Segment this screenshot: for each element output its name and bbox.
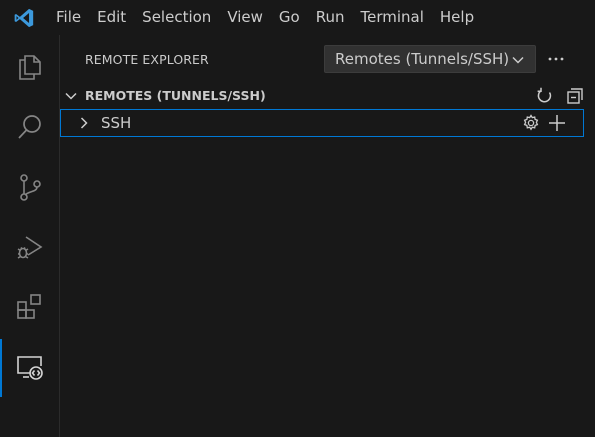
tree-item-actions	[521, 113, 567, 133]
section-actions	[535, 86, 585, 106]
menu-go[interactable]: Go	[271, 0, 308, 35]
remote-explorer-icon	[14, 351, 46, 383]
search-icon	[15, 112, 45, 142]
menu-help[interactable]: Help	[432, 0, 482, 35]
menu-terminal[interactable]: Terminal	[353, 0, 432, 35]
add-icon[interactable]	[547, 113, 567, 133]
activity-search[interactable]	[0, 97, 60, 157]
remote-explorer-sidebar: REMOTE EXPLORER Remotes (Tunnels/SSH) RE…	[60, 35, 595, 437]
activity-remote-explorer[interactable]	[0, 337, 60, 397]
menu-edit[interactable]: Edit	[89, 0, 134, 35]
chevron-right-icon	[77, 116, 91, 130]
remotes-section-header[interactable]: REMOTES (TUNNELS/SSH)	[60, 85, 595, 107]
title-bar: File Edit Selection View Go Run Terminal…	[0, 0, 595, 35]
vscode-logo-icon	[0, 0, 48, 35]
section-title: REMOTES (TUNNELS/SSH)	[85, 88, 266, 103]
files-icon	[15, 52, 45, 82]
collapse-all-icon[interactable]	[565, 86, 585, 106]
menu-run[interactable]: Run	[308, 0, 353, 35]
activity-explorer[interactable]	[0, 37, 60, 97]
gear-icon[interactable]	[521, 113, 541, 133]
activity-run-debug[interactable]	[0, 217, 60, 277]
tree-item-ssh[interactable]: SSH	[60, 109, 584, 137]
ellipsis-icon	[547, 56, 565, 62]
chevron-down-icon	[64, 89, 78, 103]
activity-extensions[interactable]	[0, 277, 60, 337]
menu-selection[interactable]: Selection	[134, 0, 219, 35]
sidebar-title: REMOTE EXPLORER	[85, 52, 209, 67]
activity-source-control[interactable]	[0, 157, 60, 217]
remote-type-dropdown[interactable]: Remotes (Tunnels/SSH)	[324, 45, 536, 73]
tree-item-label: SSH	[101, 114, 132, 132]
menu-view[interactable]: View	[219, 0, 271, 35]
activity-bar	[0, 35, 60, 437]
more-actions-button[interactable]	[544, 47, 568, 71]
remote-type-value: Remotes (Tunnels/SSH)	[335, 50, 510, 68]
run-debug-icon	[15, 232, 45, 262]
sidebar-header: REMOTE EXPLORER Remotes (Tunnels/SSH)	[60, 35, 595, 85]
refresh-icon[interactable]	[535, 86, 555, 106]
source-control-icon	[15, 172, 45, 202]
menu-file[interactable]: File	[48, 0, 89, 35]
chevron-down-icon	[511, 53, 525, 67]
extensions-icon	[15, 292, 45, 322]
menu-bar: File Edit Selection View Go Run Terminal…	[48, 0, 482, 35]
